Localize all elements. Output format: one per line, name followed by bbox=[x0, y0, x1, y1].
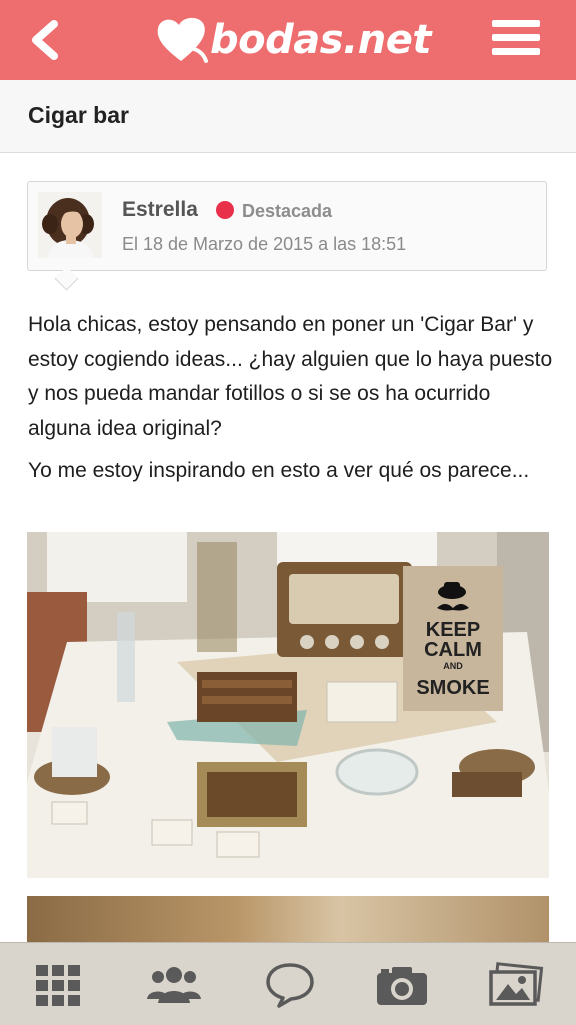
photos-icon bbox=[489, 962, 544, 1006]
tab-camera[interactable] bbox=[374, 959, 430, 1011]
sign-line: AND bbox=[443, 661, 463, 671]
post-image[interactable]: KEEP CALM AND SMOKE bbox=[27, 532, 549, 878]
chevron-left-icon bbox=[32, 20, 58, 60]
title-bar: Cigar bar bbox=[0, 80, 576, 153]
tab-chat[interactable] bbox=[262, 959, 318, 1011]
logo-text: bodas.net bbox=[210, 17, 431, 63]
cigar-bar-photo: KEEP CALM AND SMOKE bbox=[27, 532, 549, 878]
menu-bar bbox=[492, 20, 540, 27]
community-icon bbox=[147, 967, 201, 1003]
chat-bubble-icon bbox=[266, 963, 314, 1008]
top-nav-bar: bodas.net bbox=[0, 0, 576, 80]
avatar[interactable] bbox=[38, 192, 102, 258]
author-card: Estrella Destacada El 18 de Marzo de 201… bbox=[27, 181, 547, 291]
menu-bar bbox=[492, 34, 540, 41]
camera-icon bbox=[377, 967, 427, 1005]
back-button[interactable] bbox=[24, 18, 68, 62]
menu-bar bbox=[492, 48, 540, 55]
post-body: Hola chicas, estoy pensando en poner un … bbox=[28, 308, 553, 497]
card-pointer bbox=[54, 266, 79, 291]
author-name[interactable]: Estrella bbox=[122, 198, 198, 222]
post-paragraph: Yo me estoy inspirando en esto a ver qué… bbox=[28, 459, 530, 482]
post-image-second[interactable] bbox=[27, 896, 549, 946]
post-date: El 18 de Marzo de 2015 a las 18:51 bbox=[122, 234, 407, 254]
bodas-logo[interactable]: bodas.net bbox=[154, 12, 431, 68]
sign-line: CALM bbox=[424, 639, 482, 661]
post-paragraph: Hola chicas, estoy pensando en poner un … bbox=[28, 313, 553, 440]
sign-line: KEEP bbox=[426, 619, 480, 641]
heart-icon bbox=[157, 17, 208, 63]
grid-icon bbox=[36, 965, 80, 1006]
featured-badge: Destacada bbox=[242, 201, 333, 221]
page-title: Cigar bar bbox=[28, 102, 129, 128]
tab-photos[interactable] bbox=[488, 959, 544, 1011]
tab-community[interactable] bbox=[146, 959, 202, 1011]
tab-menu-grid[interactable] bbox=[30, 959, 86, 1011]
bottom-tab-bar bbox=[0, 942, 576, 1025]
sign-line: SMOKE bbox=[416, 677, 489, 699]
online-status-dot bbox=[216, 201, 234, 219]
menu-button[interactable] bbox=[492, 20, 540, 60]
avatar-image bbox=[38, 192, 102, 258]
